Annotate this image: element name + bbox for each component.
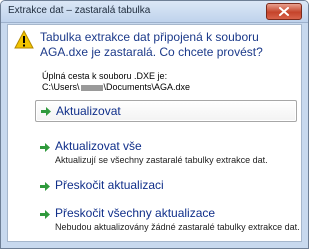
option-update-label: Aktualizovat [56,104,121,118]
path-suffix: \Documents\AGA.dxe [103,82,191,92]
option-update-all-description: Aktualizují se všechny zastaralé tabulky… [55,155,268,165]
option-skip-update[interactable]: Přeskočit aktualizaci [35,178,297,196]
option-skip-all-updates-description: Nebudou aktualizovány žádné zastaralé ta… [55,222,300,232]
redacted-username [80,84,103,91]
close-icon [279,7,289,16]
option-update-all-label: Aktualizovat vše [55,139,142,153]
path-prefix: C:\Users\ [42,82,80,92]
arrow-right-icon [40,182,50,191]
option-update[interactable]: Aktualizovat [35,100,297,122]
window-title: Extrakce dat – zastaralá tabulka [8,5,151,16]
dialog-body: Tabulka extrakce dat připojená k souboru… [7,24,302,242]
dialog-window: Extrakce dat – zastaralá tabulka Tabulka… [0,0,309,249]
title-bar[interactable]: Extrakce dat – zastaralá tabulka [1,1,308,23]
close-button[interactable] [266,3,302,20]
warning-icon [14,30,34,49]
option-skip-all-updates[interactable]: Přeskočit všechny aktualizace Nebudou ak… [35,206,300,236]
path-label: Úplná cesta k souboru .DXE je: [42,71,168,81]
dialog-heading: Tabulka extrakce dat připojená k souboru… [40,30,263,59]
path-value: C:\Users\ \Documents\AGA.dxe [42,82,190,92]
option-skip-all-updates-label: Přeskočit všechny aktualizace [55,206,216,220]
arrow-right-icon [40,143,50,152]
arrow-right-icon [40,210,50,219]
option-update-all[interactable]: Aktualizovat vše Aktualizují se všechny … [35,139,297,169]
arrow-right-icon [41,107,51,116]
option-skip-update-label: Přeskočit aktualizaci [55,178,164,192]
